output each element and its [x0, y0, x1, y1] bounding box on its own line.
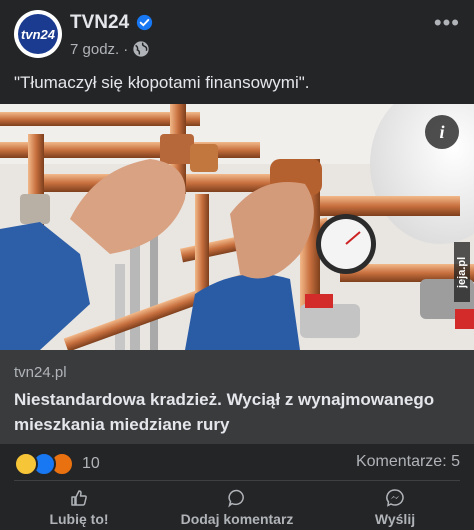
post-image[interactable] [0, 104, 474, 350]
more-options-icon[interactable]: ••• [434, 10, 460, 36]
comment-button[interactable]: Dodaj komentarz [158, 484, 316, 530]
comment-label: Dodaj komentarz [180, 510, 294, 527]
link-preview[interactable]: tvn24.pl Niestandardowa kradzież. Wyciął… [0, 350, 474, 444]
post-time[interactable]: 7 godz. [70, 41, 119, 58]
verified-badge-icon [136, 14, 153, 31]
action-bar: Lubię to! Dodaj komentarz Wyślij [0, 484, 474, 530]
link-domain: tvn24.pl [14, 364, 67, 381]
reactions-summary[interactable]: 10 [14, 452, 100, 476]
comments-count[interactable]: Komentarze: 5 [356, 453, 460, 471]
share-label: Wyślij [374, 510, 416, 527]
tvn24-logo: tvn24 [18, 14, 58, 54]
post-header: tvn24 TVN24 7 godz. · ••• [0, 0, 474, 72]
like-button[interactable]: Lubię to! [0, 484, 158, 530]
page-avatar[interactable]: tvn24 [14, 10, 62, 58]
page-name[interactable]: TVN24 [70, 12, 129, 34]
meta-separator: · [123, 40, 129, 58]
comment-icon [228, 489, 244, 507]
info-icon[interactable]: i [425, 115, 459, 149]
haha-reaction-icon [14, 452, 38, 476]
image-watermark: jeja.pl [454, 242, 470, 302]
share-button[interactable]: Wyślij [316, 484, 474, 530]
globe-icon [133, 41, 149, 57]
divider [14, 480, 460, 481]
like-label: Lubię to! [49, 510, 109, 527]
post-text: "Tłumaczył się kłopotami finansowymi". [14, 73, 310, 92]
thumbs-up-icon [71, 489, 87, 506]
post-meta: 7 godz. · [70, 40, 150, 58]
reaction-count: 10 [82, 455, 100, 472]
link-headline: Niestandardowa kradzież. Wyciął z wynajm… [14, 390, 435, 434]
messenger-icon [386, 488, 404, 507]
pipes-photo [0, 104, 474, 350]
